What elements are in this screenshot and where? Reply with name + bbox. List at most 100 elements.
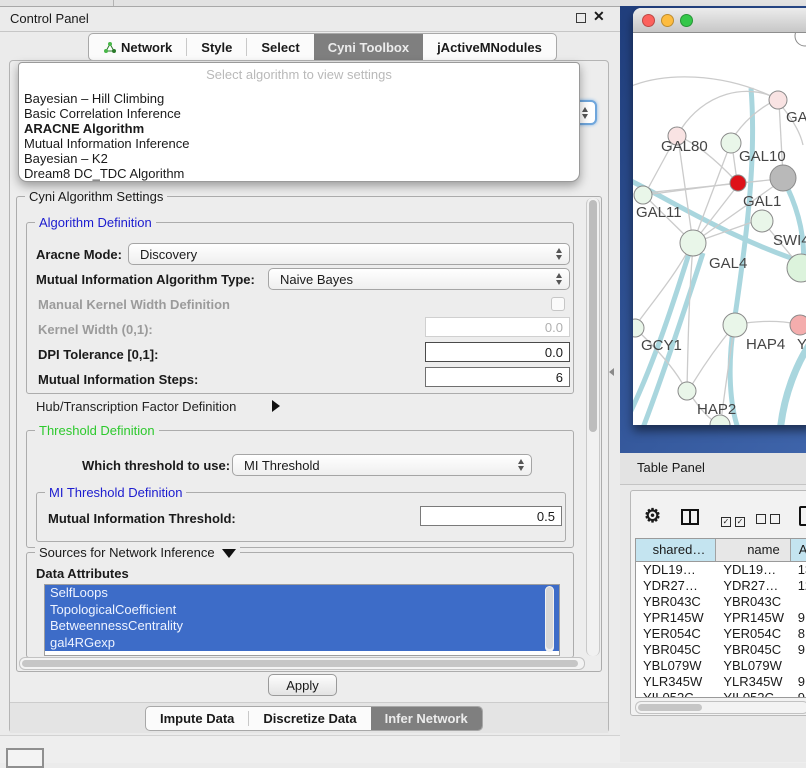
algorithm-option-bayesian-hill-climbing[interactable]: Bayesian – Hill Climbing (19, 91, 579, 106)
table-cell (791, 658, 806, 674)
table-cell: YBR045C (636, 642, 716, 658)
tab-jactivemnodules[interactable]: jActiveMNodules (423, 34, 556, 60)
network-node[interactable] (634, 186, 652, 204)
table-horizontal-scrollbar[interactable] (635, 701, 806, 714)
table-cell: 13 (791, 562, 806, 578)
close-window-icon[interactable] (642, 14, 655, 27)
float-panel-icon[interactable] (576, 13, 586, 23)
table-row[interactable]: YER054CYER054C8. (636, 626, 806, 642)
cyni-settings-title: Cyni Algorithm Settings (25, 189, 167, 204)
control-panel-titlebar: Control Panel ✕ (0, 7, 620, 32)
network-node[interactable] (680, 230, 706, 256)
table-cell: YLR345W (636, 674, 716, 690)
unchecked-pair-icon[interactable] (756, 512, 780, 527)
settings-horizontal-scrollbar[interactable] (19, 657, 585, 670)
splitter-handle-icon[interactable] (609, 368, 614, 376)
table-cell: YIL052C (716, 690, 790, 697)
close-panel-icon[interactable]: ✕ (593, 8, 605, 25)
table-cell: YER054C (716, 626, 790, 642)
manual-kernel-checkbox[interactable] (551, 297, 565, 311)
algorithm-option-basic-correlation-inference[interactable]: Basic Correlation Inference (19, 106, 579, 121)
table-toolbar: ⚙ ✓✓ (631, 505, 806, 533)
column-header-shared[interactable]: shared… (636, 539, 716, 561)
mi-threshold-field[interactable]: 0.5 (420, 506, 562, 526)
table-row[interactable]: YLR345WYLR345W9. (636, 674, 806, 690)
network-window-titlebar[interactable] (633, 8, 806, 33)
which-threshold-combo[interactable]: MI Threshold (232, 454, 532, 476)
network-node[interactable] (723, 313, 747, 337)
settings-vertical-scrollbar[interactable] (586, 198, 600, 656)
kernel-width-field[interactable]: 0.0 (425, 317, 570, 337)
network-view-window[interactable]: GAL80GAL10GAL1GAL11GAL4SWI4GCY1HAP4YHAP2… (633, 8, 806, 425)
minimize-window-icon[interactable] (661, 14, 674, 27)
hub-definition-label[interactable]: Hub/Transcription Factor Definition (36, 399, 236, 414)
tab-network[interactable]: Network (89, 34, 186, 60)
algorithm-option-aracne-algorithm[interactable]: ARACNE Algorithm (19, 121, 579, 136)
table-row[interactable]: YBR043CYBR043C (636, 594, 806, 610)
tab-select[interactable]: Select (247, 34, 313, 60)
node-label-gal: GAL (786, 109, 806, 126)
table-header-row: shared…nameA (636, 539, 806, 562)
table-cell: 9. (791, 690, 806, 697)
aracne-mode-combo[interactable]: Discovery (128, 243, 570, 265)
network-node[interactable] (751, 210, 773, 232)
tab-cyni-toolbox[interactable]: Cyni Toolbox (314, 34, 423, 60)
zoom-window-icon[interactable] (680, 14, 693, 27)
mi-type-combo[interactable]: Naive Bayes (268, 268, 570, 290)
mi-type-label: Mutual Information Algorithm Type: (36, 272, 255, 287)
table-cell: 9. (791, 674, 806, 690)
apply-button[interactable]: Apply (268, 674, 337, 696)
network-node[interactable] (769, 91, 787, 109)
control-panel-tabbar: NetworkStyle Select Cyni ToolboxjActiveMNo… (88, 33, 557, 61)
node-label-hap4: HAP4 (746, 336, 785, 353)
which-threshold-value: MI Threshold (244, 458, 320, 473)
tab-style[interactable]: Style (187, 34, 246, 60)
column-header-a[interactable]: A (791, 539, 806, 561)
minimized-panel-icon[interactable] (6, 748, 44, 768)
table-row[interactable]: YDL19…YDL19…13 (636, 562, 806, 578)
document-icon[interactable] (799, 506, 806, 526)
algorithm-dropdown-popup: Select algorithm to view settings Bayesi… (18, 62, 580, 182)
tab-infer-network[interactable]: Infer Network (371, 707, 482, 730)
which-threshold-label: Which threshold to use: (82, 458, 230, 473)
algorithm-option-bayesian-k2[interactable]: Bayesian – K2 (19, 151, 579, 166)
algorithm-option-dream8-dc-tdc-algorithm[interactable]: Dream8 DC_TDC Algorithm (19, 166, 579, 181)
tab-label: Select (261, 40, 299, 55)
attr-list-scrollbar[interactable] (545, 586, 554, 652)
mi-threshold-label: Mutual Information Threshold: (48, 511, 236, 526)
attribute-item-betweennesscentrality[interactable]: BetweennessCentrality (45, 618, 559, 635)
table-row[interactable]: YBR045CYBR045C9. (636, 642, 806, 658)
table-row[interactable]: YIL052CYIL052C9. (636, 690, 806, 697)
network-node[interactable] (678, 382, 696, 400)
network-node[interactable] (770, 165, 796, 191)
attribute-item-selfloops[interactable]: SelfLoops (45, 585, 559, 602)
table-row[interactable]: YDR27…YDR27…12 (636, 578, 806, 594)
table-row[interactable]: YPR145WYPR145W9. (636, 610, 806, 626)
algorithm-option-mutual-information-inference[interactable]: Mutual Information Inference (19, 136, 579, 151)
table-panel-title: Table Panel (637, 460, 705, 475)
table-body: YDL19…YDL19…13YDR27…YDR27…12YBR043CYBR04… (636, 562, 806, 697)
tab-discretize-data[interactable]: Discretize Data (249, 707, 370, 730)
tab-impute-data[interactable]: Impute Data (146, 707, 248, 730)
dpi-tolerance-field[interactable]: 0.0 (425, 342, 570, 362)
network-node[interactable] (721, 133, 741, 153)
columns-icon[interactable] (681, 509, 699, 525)
attribute-table: shared…nameA YDL19…YDL19…13YDR27…YDR27…1… (635, 538, 806, 698)
network-node[interactable] (633, 319, 644, 337)
node-label-gal1: GAL1 (743, 193, 781, 210)
checked-pair-icon[interactable]: ✓✓ (721, 512, 745, 527)
mi-steps-label: Mutual Information Steps: (38, 372, 198, 387)
network-node[interactable] (730, 175, 746, 191)
table-row[interactable]: YBL079WYBL079W (636, 658, 806, 674)
network-node[interactable] (790, 315, 806, 335)
network-canvas[interactable]: GAL80GAL10GAL1GAL11GAL4SWI4GCY1HAP4YHAP2… (633, 33, 806, 425)
network-node[interactable] (795, 33, 806, 46)
attribute-item-topologicalcoefficient[interactable]: TopologicalCoefficient (45, 602, 559, 619)
column-header-name[interactable]: name (716, 539, 790, 561)
control-panel: Control Panel ✕ NetworkStyle Select Cyni T… (0, 7, 620, 735)
gear-icon[interactable]: ⚙ (644, 505, 661, 528)
hub-expand-arrow-icon[interactable] (272, 400, 280, 412)
attribute-item-gal4rgexp[interactable]: gal4RGexp (45, 635, 559, 652)
mi-steps-field[interactable]: 6 (425, 367, 570, 387)
sources-collapse-arrow-icon[interactable] (222, 549, 236, 558)
